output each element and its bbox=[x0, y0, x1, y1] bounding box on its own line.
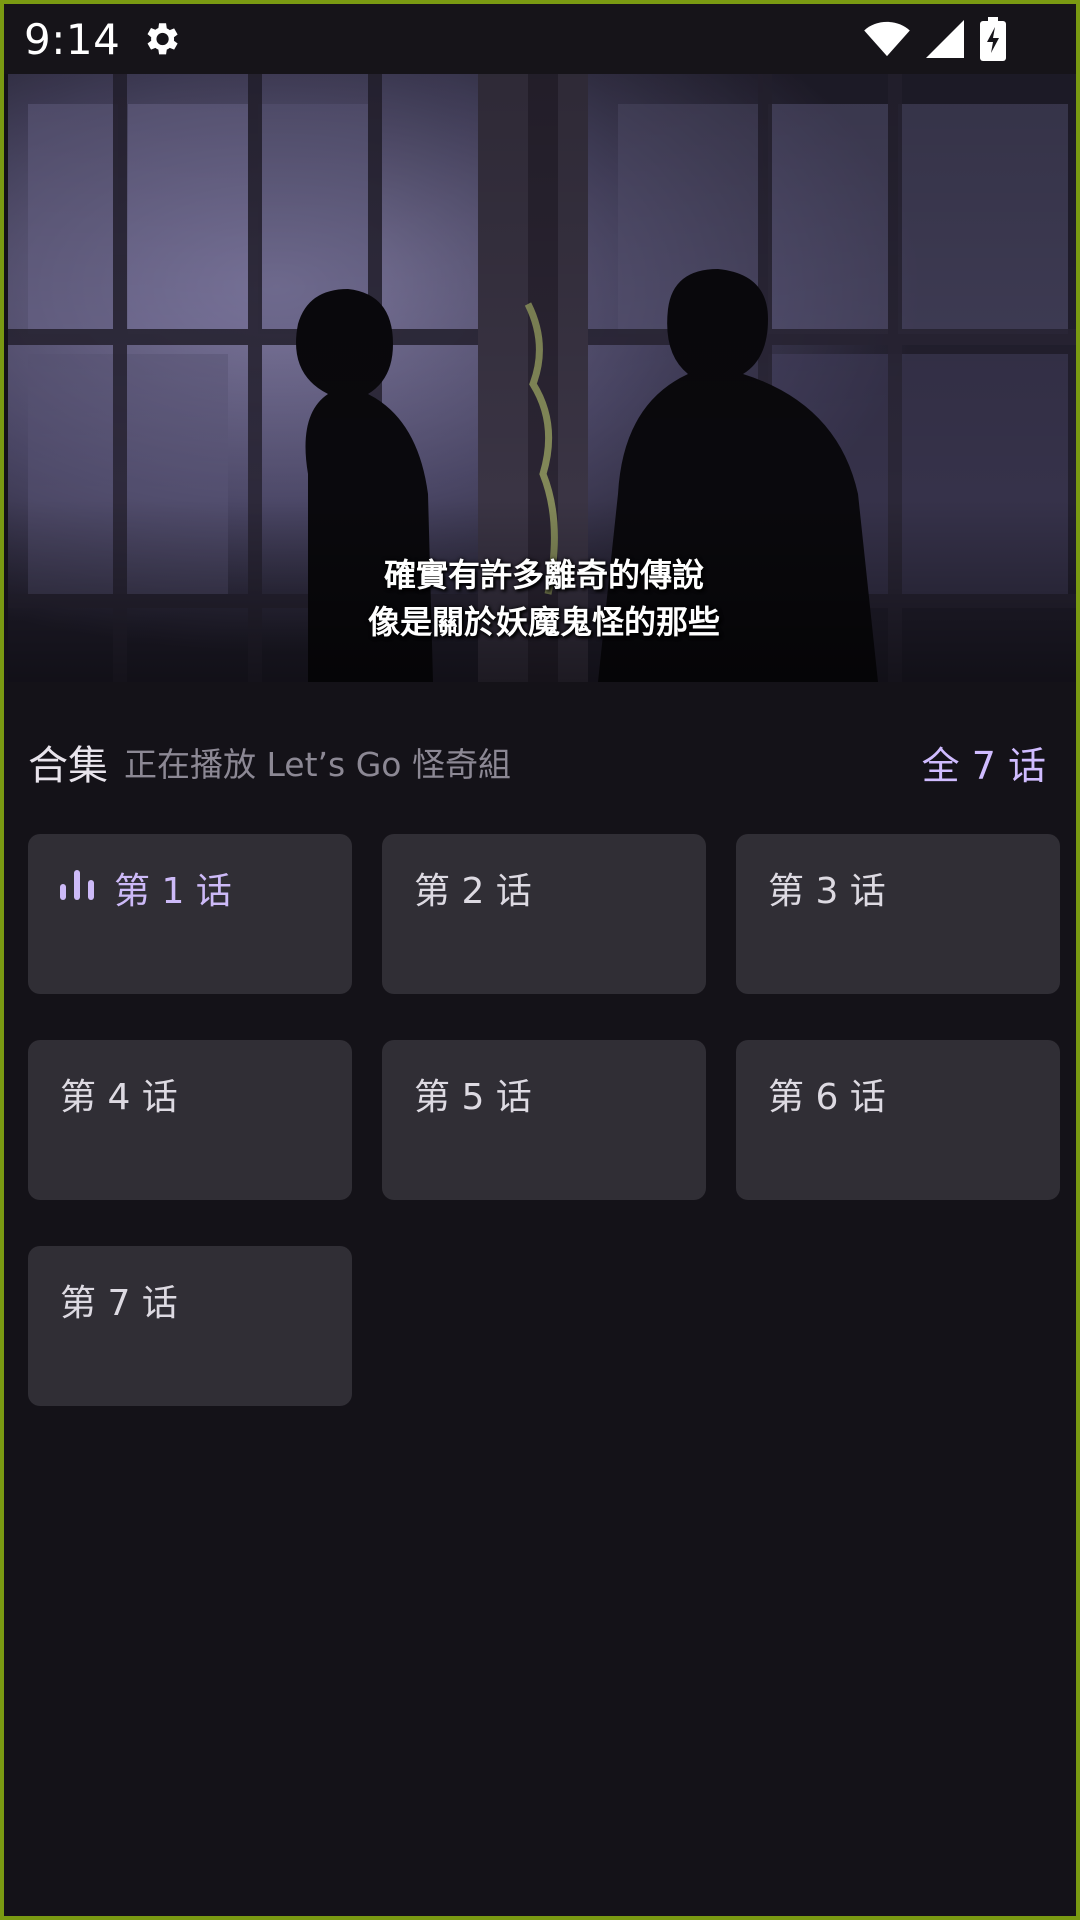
episode-label: 第 7 话 bbox=[60, 1283, 178, 1324]
episode-card-1[interactable]: 第 1 话 bbox=[28, 834, 352, 994]
video-player[interactable]: 確實有許多離奇的傳說 像是關於妖魔鬼怪的那些 bbox=[8, 74, 1076, 682]
episode-label: 第 3 话 bbox=[768, 871, 886, 912]
episode-label: 第 4 话 bbox=[60, 1077, 178, 1118]
episodes-header: 合集 正在播放 Let’s Go 怪奇組 全 7 话 bbox=[28, 732, 1046, 792]
episode-label: 第 2 话 bbox=[414, 871, 532, 912]
episode-card-4[interactable]: 第 4 话 bbox=[28, 1040, 352, 1200]
battery-charging-icon bbox=[980, 17, 1006, 61]
wifi-icon bbox=[864, 20, 910, 58]
episode-label: 第 1 话 bbox=[114, 871, 232, 912]
gear-icon bbox=[140, 18, 182, 60]
status-time: 9:14 bbox=[24, 14, 121, 64]
episode-card-2[interactable]: 第 2 话 bbox=[382, 834, 706, 994]
all-episodes-button[interactable]: 全 7 话 bbox=[922, 735, 1046, 790]
cellular-signal-icon bbox=[926, 20, 964, 58]
app-screen: 9:14 確實有許多離奇的傳說 像是關於妖魔鬼怪的那些 合集 正在播放 Let’… bbox=[0, 0, 1080, 1920]
episode-label: 第 6 话 bbox=[768, 1077, 886, 1118]
episode-card-6[interactable]: 第 6 话 bbox=[736, 1040, 1060, 1200]
episode-card-3[interactable]: 第 3 话 bbox=[736, 834, 1060, 994]
subtitle-line: 像是關於妖魔鬼怪的那些 bbox=[367, 603, 720, 641]
episode-card-5[interactable]: 第 5 话 bbox=[382, 1040, 706, 1200]
status-bar: 9:14 bbox=[4, 4, 1076, 74]
video-subtitles: 確實有許多離奇的傳說 像是關於妖魔鬼怪的那些 bbox=[8, 552, 1076, 646]
subtitle-line: 確實有許多離奇的傳說 bbox=[383, 556, 704, 594]
now-playing-text: 正在播放 Let’s Go 怪奇組 bbox=[124, 745, 511, 784]
episodes-title: 合集 bbox=[28, 743, 108, 789]
episode-label: 第 5 话 bbox=[414, 1077, 532, 1118]
episode-card-7[interactable]: 第 7 话 bbox=[28, 1246, 352, 1406]
now-playing-bars-icon bbox=[60, 870, 94, 900]
status-icons bbox=[864, 17, 1006, 61]
